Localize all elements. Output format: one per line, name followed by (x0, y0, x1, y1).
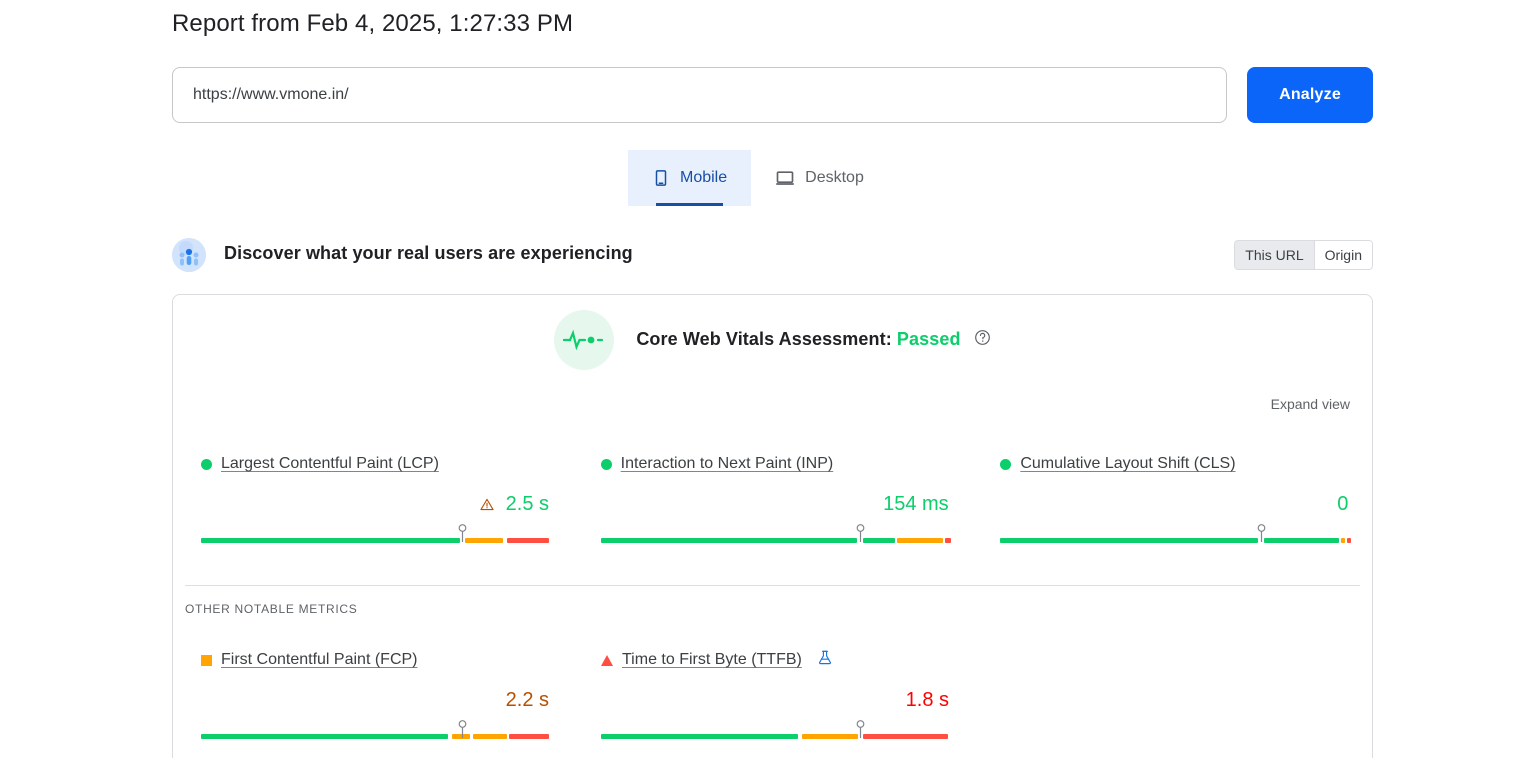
scope-toggle: This URL Origin (1234, 240, 1373, 270)
scope-origin[interactable]: Origin (1313, 241, 1372, 269)
metric-ttfb-title[interactable]: Time to First Byte (TTFB) (622, 651, 802, 669)
percentile-needle-icon (1257, 524, 1266, 542)
metric-lcp: Largest Contentful Paint (LCP) 2.5 s (173, 453, 573, 549)
bar-segment-good-cont (1264, 538, 1340, 543)
url-input[interactable] (172, 67, 1227, 123)
bar-segment-needs-improvement (465, 538, 503, 543)
url-form: Analyze (172, 67, 1373, 123)
cwv-assessment-status: Passed (896, 328, 961, 349)
metric-fcp-value-row: 2.2 s (201, 687, 549, 713)
percentile-needle-icon (458, 524, 467, 542)
status-dot-icon (201, 458, 212, 470)
bar-segment-needs-improvement-cont (473, 734, 507, 739)
metric-ttfb: Time to First Byte (TTFB) 1.8 s (573, 649, 973, 745)
cwv-assessment-text: Core Web Vitals Assessment: Passed (636, 329, 990, 351)
tab-desktop[interactable]: Desktop (751, 150, 888, 206)
status-triangle-icon (601, 654, 613, 666)
metric-inp-distribution-bar (600, 524, 951, 549)
cwv-assessment-label: Core Web Vitals Assessment: (636, 328, 892, 349)
metric-fcp-title[interactable]: First Contentful Paint (FCP) (221, 651, 418, 669)
percentile-needle-icon (856, 524, 865, 542)
pagespeed-report-page: Report from Feb 4, 2025, 1:27:33 PM Anal… (0, 0, 1532, 758)
metric-fcp-value: 2.2 s (505, 689, 549, 711)
status-dot-icon (1000, 458, 1012, 470)
metric-inp: Interaction to Next Paint (INP) 154 ms (573, 453, 973, 549)
status-square-icon (201, 654, 212, 666)
metric-lcp-distribution-bar (201, 524, 549, 549)
metric-cls: Cumulative Layout Shift (CLS) 0 (972, 453, 1372, 549)
metric-cls-value-row: 0 (1000, 491, 1348, 517)
tab-mobile[interactable]: Mobile (628, 150, 752, 206)
metric-ttfb-distribution-bar (601, 720, 949, 745)
metric-inp-value: 154 ms (883, 493, 949, 515)
tab-mobile-label: Mobile (680, 169, 728, 186)
metric-lcp-value-row: 2.5 s (201, 491, 549, 517)
bar-segment-needs-improvement (1341, 538, 1346, 543)
bar-segment-needs-improvement (802, 734, 858, 739)
pulse-icon (554, 310, 615, 370)
core-web-vitals-row: Largest Contentful Paint (LCP) 2.5 s Int… (173, 453, 1372, 549)
metric-ttfb-value: 1.8 s (905, 689, 949, 711)
flask-icon[interactable] (818, 650, 832, 670)
cwv-assessment-header: Core Web Vitals Assessment: Passed (173, 295, 1372, 385)
field-data-card: Core Web Vitals Assessment: Passed Expan… (172, 294, 1373, 758)
page-title: Report from Feb 4, 2025, 1:27:33 PM (172, 10, 574, 37)
bar-segment-poor (509, 734, 549, 739)
tab-active-underline (656, 203, 724, 206)
bar-segment-poor (507, 538, 549, 543)
analyze-button[interactable]: Analyze (1247, 67, 1373, 123)
metric-fcp-distribution-bar (201, 720, 549, 745)
metric-fcp: First Contentful Paint (FCP) 2.2 s (173, 649, 573, 745)
percentile-needle-icon (458, 720, 467, 738)
metric-inp-title[interactable]: Interaction to Next Paint (INP) (621, 455, 834, 473)
form-factor-tabs: Mobile Desktop (628, 150, 888, 206)
bar-segment-poor (944, 538, 951, 543)
desktop-icon (775, 168, 795, 188)
section-divider (185, 585, 1360, 586)
bar-segment-good (201, 734, 448, 739)
tab-desktop-label: Desktop (805, 169, 864, 186)
metric-lcp-value: 2.5 s (505, 493, 549, 515)
metric-ttfb-value-row: 1.8 s (601, 687, 949, 713)
bar-segment-good (601, 734, 798, 739)
metric-inp-value-row: 154 ms (601, 491, 949, 517)
bar-segment-good-cont (862, 538, 895, 543)
bar-segment-poor (1347, 538, 1352, 543)
bar-segment-good (1000, 538, 1259, 543)
mobile-icon (652, 169, 670, 187)
discover-section-header: Discover what your real users are experi… (172, 238, 1373, 274)
percentile-needle-icon (856, 720, 865, 738)
bar-segment-good (600, 538, 857, 543)
other-metrics-label: OTHER NOTABLE METRICS (185, 602, 358, 616)
help-icon[interactable] (974, 329, 991, 351)
other-metrics-row: First Contentful Paint (FCP) 2.2 s Time … (173, 649, 1372, 745)
bar-segment-poor (863, 734, 948, 739)
status-dot-icon (600, 458, 612, 470)
scope-this-url[interactable]: This URL (1235, 241, 1314, 269)
discover-title: Discover what your real users are experi… (224, 243, 633, 263)
bar-segment-needs-improvement (896, 538, 943, 543)
real-users-icon (172, 238, 206, 272)
metric-cls-value: 0 (1337, 493, 1349, 515)
metric-lcp-title[interactable]: Largest Contentful Paint (LCP) (221, 455, 439, 473)
bar-segment-good (201, 538, 460, 543)
metric-cls-title[interactable]: Cumulative Layout Shift (CLS) (1020, 455, 1235, 473)
warning-triangle-icon (480, 494, 500, 516)
expand-view-link[interactable]: Expand view (1271, 396, 1350, 412)
metric-cls-distribution-bar (1000, 524, 1352, 549)
